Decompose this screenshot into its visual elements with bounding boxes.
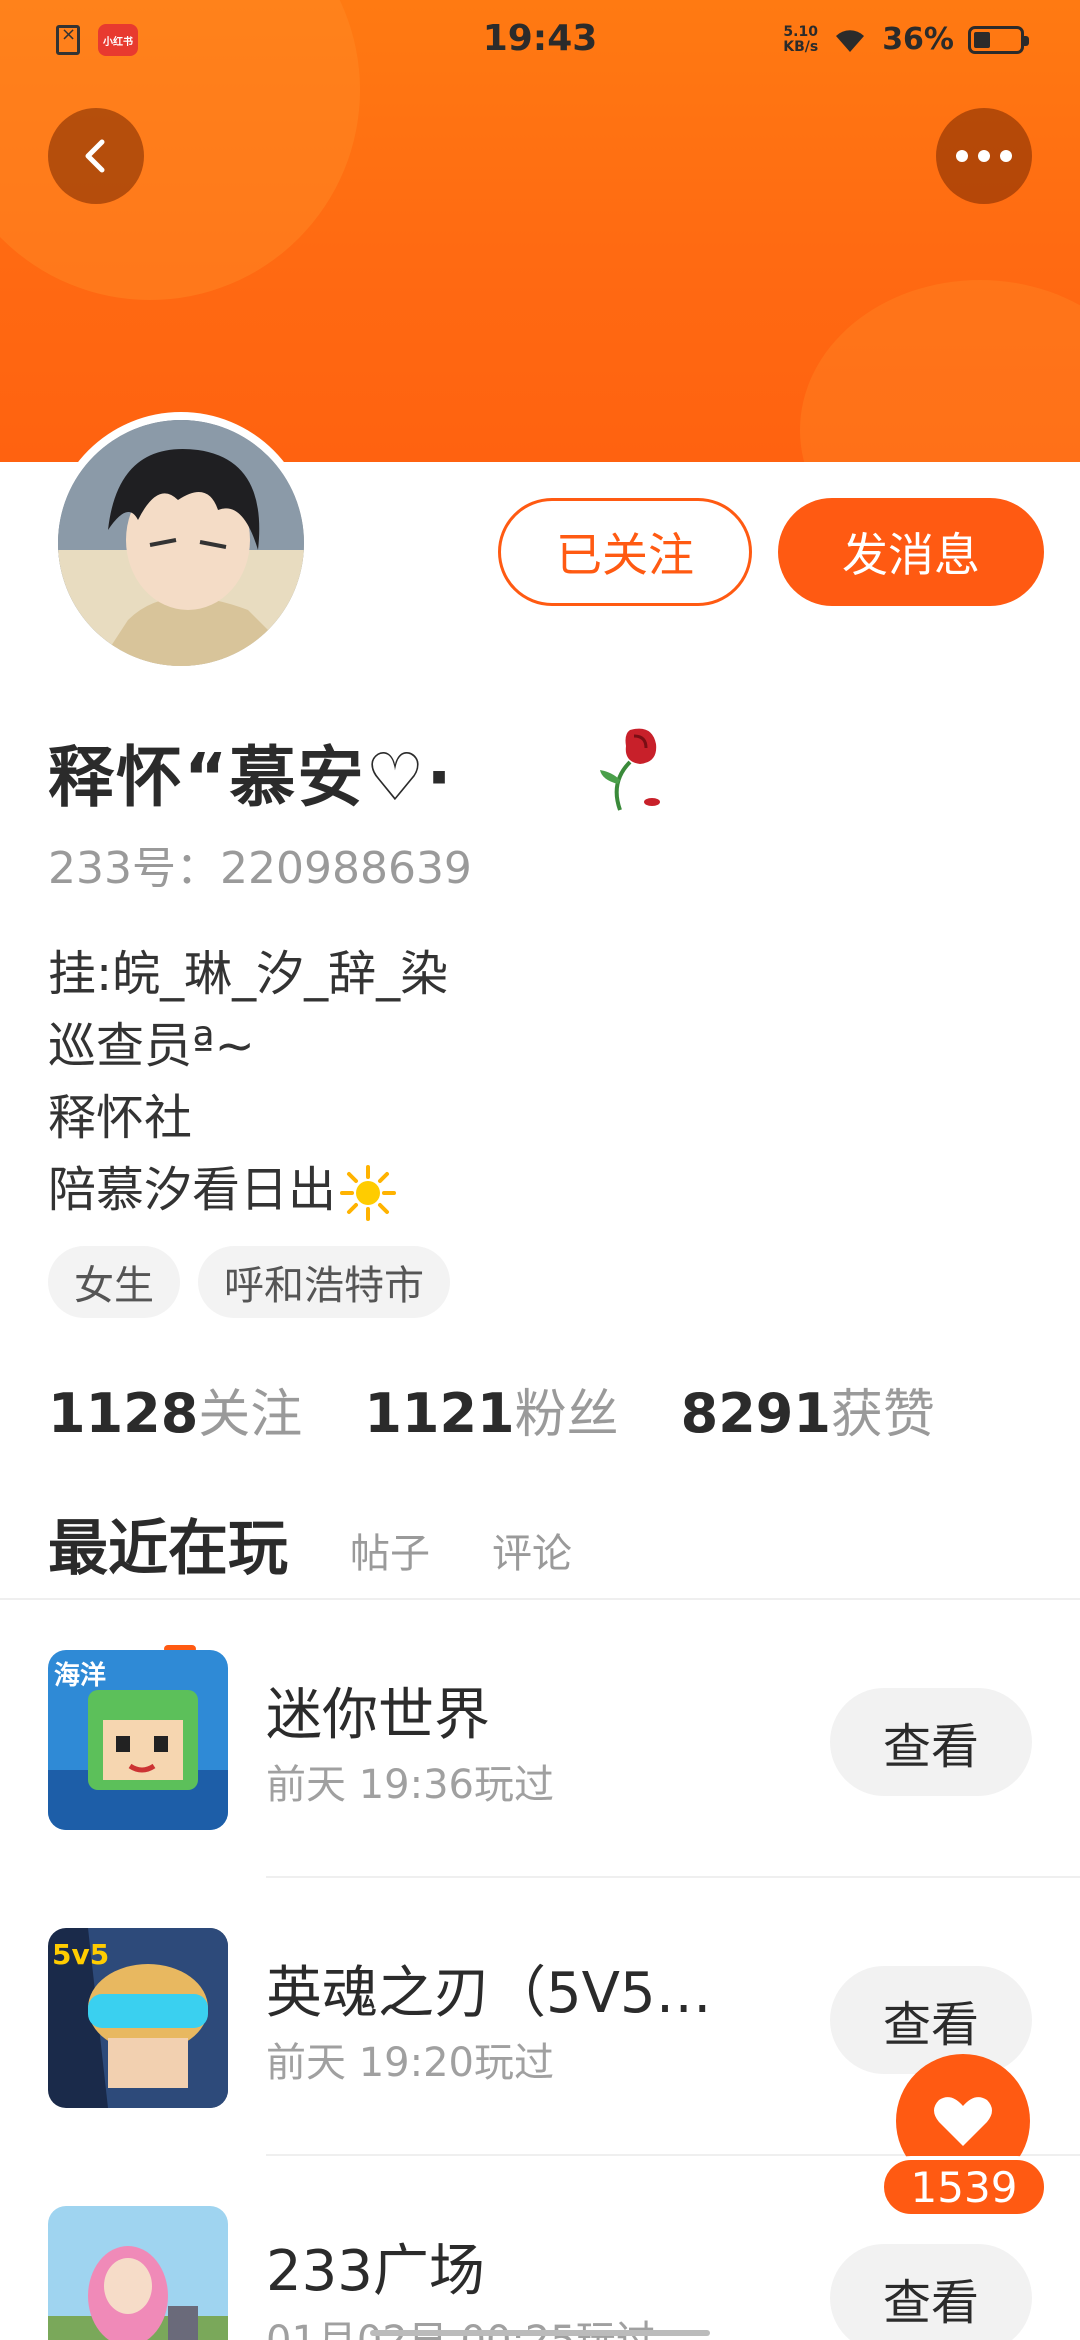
banner-decoration <box>800 280 1080 462</box>
game-title: 英魂之刃（5V5… <box>266 1961 712 2026</box>
more-dots-icon <box>956 150 1012 162</box>
avatar[interactable] <box>50 412 312 674</box>
game-icon-hero-blade: 5v5 <box>48 1928 228 2108</box>
game-icon-label: 海洋 <box>54 1660 106 1691</box>
view-button[interactable]: 查看 <box>830 1688 1032 1796</box>
anime-avatar-icon <box>58 420 304 666</box>
bio-line: 巡查员ª~ <box>48 1018 255 1074</box>
wilted-rose-icon <box>600 728 660 811</box>
bio-line: 陪慕汐看日出 <box>48 1162 337 1218</box>
chevron-left-icon <box>85 139 105 173</box>
list-item[interactable]: 海洋 迷你世界 前天 19:36玩过 查看 <box>0 1600 1080 1878</box>
sun-icon <box>340 1165 397 1221</box>
tab-comments[interactable]: 评论 <box>492 1521 572 1579</box>
net-speed-value: 5.10 <box>783 23 818 40</box>
stat-likes-label: 获赞 <box>830 1385 935 1445</box>
stat-following[interactable]: 1128关注 <box>48 1372 302 1447</box>
tag-location: 呼和浩特市 <box>198 1246 450 1318</box>
profile-page: 小红书 19:43 5.10 KB/s 36% <box>0 0 1080 2340</box>
stat-likes-count: 8291 <box>680 1382 831 1445</box>
back-button[interactable] <box>48 108 144 204</box>
profile-stats: 1128关注 1121粉丝 8291获赞 <box>48 1372 997 1447</box>
game-icon-label: 5v5 <box>52 1938 109 1971</box>
user-id: 233号：220988639 <box>48 843 472 894</box>
view-button[interactable]: 查看 <box>830 2244 1032 2340</box>
home-indicator[interactable] <box>370 2330 710 2336</box>
battery-percent: 36% <box>882 22 954 57</box>
network-speed: 5.10 KB/s <box>783 23 819 55</box>
stat-likes: 8291获赞 <box>681 1372 935 1447</box>
stat-following-label: 关注 <box>198 1385 303 1445</box>
avatar-image <box>58 420 304 666</box>
tab-recently-played[interactable]: 最近在玩 <box>48 1500 288 1653</box>
bio-line: 挂:皖_琳_汐_辞_染 <box>48 946 449 1002</box>
more-button[interactable] <box>936 108 1032 204</box>
bio-line-with-sun: 陪慕汐看日出 <box>48 1150 397 1221</box>
view-button[interactable]: 查看 <box>830 1966 1032 2074</box>
nickname: 释怀“慕安♡· <box>48 739 454 816</box>
stat-fans-count: 1121 <box>364 1382 515 1445</box>
followed-button[interactable]: 已关注 <box>498 498 752 606</box>
heart-icon <box>934 2097 992 2146</box>
stat-fans-label: 粉丝 <box>514 1385 619 1445</box>
game-last-played: 前天 19:20玩过 <box>266 2040 554 2086</box>
send-message-button[interactable]: 发消息 <box>778 498 1044 606</box>
battery-fill <box>974 31 990 48</box>
battery-icon <box>968 25 1029 54</box>
tab-posts[interactable]: 帖子 <box>350 1521 430 1579</box>
stat-following-count: 1128 <box>48 1382 199 1445</box>
wifi-icon <box>836 29 865 52</box>
game-icon-233-plaza <box>48 2206 228 2340</box>
like-count: 1539 <box>880 2156 1048 2218</box>
bio-line: 释怀社 <box>48 1090 193 1146</box>
profile-tabs: 最近在玩 帖子 评论 <box>48 1500 572 1653</box>
tag-gender: 女生 <box>48 1246 180 1318</box>
net-speed-unit: KB/s <box>783 38 819 55</box>
tab-recently-played-label: 最近在玩 <box>48 1514 288 1584</box>
game-title: 迷你世界 <box>266 1683 490 1748</box>
game-icon-mini-world: 海洋 <box>48 1650 228 1830</box>
game-title: 233广场 <box>266 2239 485 2304</box>
status-right: 5.10 KB/s 36% <box>783 22 1029 57</box>
game-last-played: 前天 19:36玩过 <box>266 1762 554 1808</box>
stat-fans[interactable]: 1121粉丝 <box>364 1372 618 1447</box>
status-bar: 小红书 19:43 5.10 KB/s 36% <box>0 0 1080 84</box>
